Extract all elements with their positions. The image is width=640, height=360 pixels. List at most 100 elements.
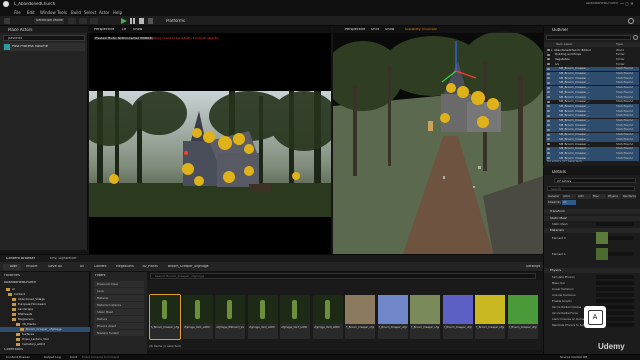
asset-tile[interactable]: T_Broom_Creeper_ufgmqge_2K_Normal	[377, 295, 408, 339]
cb-search[interactable]: Search Broom_Creeper_ufgmqge	[150, 273, 536, 279]
content-drawer-button[interactable]: Content Drawer	[6, 356, 30, 359]
add-actor-button[interactable]	[68, 18, 76, 24]
visibility-eye-icon[interactable]	[547, 77, 550, 80]
asset-tile[interactable]: T_Broom_Creeper_ufgmqge_2K_Roughness	[475, 295, 505, 339]
menu-edit[interactable]: Edit	[27, 10, 35, 15]
visibility-eye-icon[interactable]	[547, 128, 550, 131]
filter-item[interactable]: Level	[94, 288, 144, 294]
outliner-search[interactable]	[546, 35, 631, 40]
asset-tile[interactable]: T_Broom_Creeper_ufgmqge_2K_Albedo	[345, 295, 375, 339]
save-all-button[interactable]: Save All	[48, 265, 62, 269]
keyboard-a-button[interactable]: A	[584, 306, 606, 328]
tab-content-browser[interactable]: Content Browser	[6, 257, 35, 261]
import-button[interactable]: Import	[26, 265, 38, 269]
details-filter-tab[interactable]: Misc	[592, 194, 606, 199]
visibility-eye-icon[interactable]	[547, 124, 550, 127]
viewport-right-lit[interactable]: Unlit	[371, 28, 379, 32]
breadcrumb-item[interactable]: Broom_Creeper_ufgmqge	[168, 265, 209, 268]
details-filter-tab[interactable]: LOD	[577, 194, 591, 199]
details-filter-tab[interactable]: Physics	[607, 194, 621, 199]
eject-icon[interactable]	[148, 18, 153, 24]
cinematics-button[interactable]	[90, 18, 98, 24]
favorites-header[interactable]: Favorites	[4, 274, 20, 278]
visibility-eye-icon[interactable]	[547, 63, 550, 66]
filter-item[interactable]: Blueprint Class	[94, 281, 144, 287]
console-input[interactable]: Enter Console Command	[82, 356, 119, 359]
tab-env-lightmixer[interactable]: Env. LightMixer	[50, 257, 77, 261]
filter-item[interactable]: Material Instance	[94, 302, 144, 308]
asset-tile[interactable]: ufgmqge_Var1_LOD0	[182, 295, 213, 339]
outliner-tab[interactable]: Outliner	[544, 26, 640, 33]
visibility-eye-icon[interactable]	[547, 157, 550, 160]
save-icon[interactable]	[4, 18, 10, 24]
breadcrumb-item[interactable]: Content	[94, 265, 107, 268]
visibility-eye-icon[interactable]	[547, 81, 550, 84]
filter-item[interactable]: Physics Asset	[94, 323, 144, 329]
outliner-settings-icon[interactable]	[633, 35, 638, 40]
visibility-eye-icon[interactable]	[547, 86, 550, 89]
visibility-eye-icon[interactable]	[547, 119, 550, 122]
place-actors-tab[interactable]: Place Actors	[0, 26, 88, 33]
menu-tools[interactable]: Tools	[57, 10, 67, 15]
source-control-status[interactable]: Source Control Off	[560, 356, 587, 359]
stop-icon[interactable]	[139, 18, 144, 24]
breadcrumb-item[interactable]: 3D_Plants	[142, 265, 158, 268]
details-property-value[interactable]	[596, 281, 634, 285]
material-thumb-1[interactable]	[596, 248, 608, 260]
filter-item[interactable]: Static Mesh	[94, 309, 144, 315]
viewport-left-show[interactable]: Show	[133, 28, 142, 32]
visibility-eye-icon[interactable]	[547, 53, 550, 56]
details-tab[interactable]: Details	[544, 168, 640, 175]
asset-tile[interactable]: ufgmqge_Var4_LOD0	[312, 295, 343, 339]
post-process-volume-item[interactable]: Post Process Volume	[3, 43, 85, 51]
details-filter-tab[interactable]: Rendering	[622, 194, 636, 199]
visibility-eye-icon[interactable]	[547, 58, 550, 61]
details-filter-tab[interactable]: All	[562, 200, 576, 205]
window-controls[interactable]: — ▢ ✕	[620, 1, 638, 7]
details-actor-name[interactable]: 27 Actors	[554, 178, 636, 183]
details-filter-tab[interactable]: Actor	[562, 194, 576, 199]
viewport-left-mode[interactable]: Perspective	[94, 28, 114, 32]
visibility-eye-icon[interactable]	[547, 152, 550, 155]
visibility-eye-icon[interactable]	[547, 49, 550, 51]
viewport-right-show[interactable]: Show	[385, 28, 394, 32]
visibility-eye-icon[interactable]	[547, 147, 550, 150]
filter-item[interactable]: Niagara System	[94, 330, 144, 336]
viewport-right[interactable]: Perspective Unlit Show Scalability: Cine…	[333, 26, 543, 254]
selection-mode-button[interactable]: Selection Mode	[34, 18, 64, 24]
visibility-eye-icon[interactable]	[547, 138, 550, 141]
menu-select[interactable]: Select	[84, 10, 96, 15]
settings-icon[interactable]	[628, 18, 634, 24]
visibility-eye-icon[interactable]	[547, 114, 550, 117]
asset-tile[interactable]: S_Broom_Creeper_ufgmqge_Var1	[149, 294, 181, 340]
material-thumb-0[interactable]	[596, 232, 608, 244]
visibility-eye-icon[interactable]	[547, 72, 550, 75]
visibility-eye-icon[interactable]	[547, 110, 550, 113]
asset-tile[interactable]: T_Broom_Creeper_ufgmqge_2K_Opacity	[410, 295, 440, 339]
details-property-value[interactable]	[596, 222, 634, 226]
breadcrumb-item[interactable]: All	[80, 265, 84, 268]
viewport-right-mode[interactable]: Perspective	[345, 28, 365, 32]
asset-tile[interactable]: ufgmqge_Var2_LOD0	[247, 295, 278, 339]
pause-icon[interactable]	[130, 18, 135, 24]
menu-actor[interactable]: Actor	[99, 10, 110, 15]
visibility-eye-icon[interactable]	[547, 91, 550, 94]
project-header[interactable]: AbandonedChurch	[4, 281, 36, 285]
viewport-left[interactable]: Perspective Lit Show Preview Mode: NotCo…	[89, 26, 331, 254]
cb-settings-button[interactable]: Settings	[526, 265, 540, 269]
menu-window[interactable]: Window	[40, 10, 56, 15]
asset-tile[interactable]: ufgmqge_Billboard_Var1	[215, 295, 245, 339]
asset-tile[interactable]: T_Broom_Creeper_ufgmqge_2K_ORT	[507, 295, 538, 339]
blueprint-button[interactable]	[79, 18, 87, 24]
asset-tile[interactable]: ufgmqge_Var3_LOD0	[280, 295, 310, 339]
add-button[interactable]: Add	[3, 264, 21, 270]
details-property-value[interactable]	[596, 275, 634, 279]
menu-build[interactable]: Build	[71, 10, 81, 15]
asset-tile[interactable]: T_Broom_Creeper_ufgmqge_2K_Normal_LOD	[442, 295, 473, 339]
visibility-eye-icon[interactable]	[547, 133, 550, 136]
filter-item[interactable]: Texture	[94, 316, 144, 322]
output-log-button[interactable]: Output Log	[44, 356, 61, 359]
details-search[interactable]: Search	[547, 186, 635, 191]
tree-folder[interactable]: Cemetery_aibhd	[0, 342, 90, 347]
visibility-eye-icon[interactable]	[547, 143, 550, 145]
